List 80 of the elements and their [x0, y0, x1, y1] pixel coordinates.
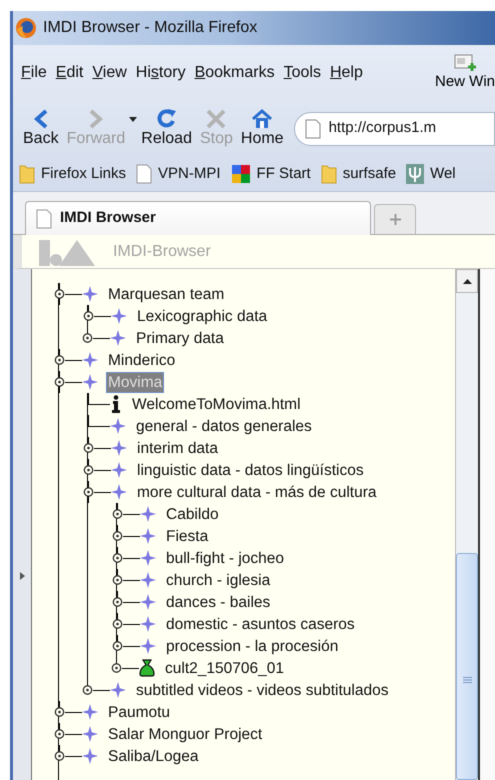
browser-tab[interactable]: IMDI Browser [25, 201, 371, 235]
diamond-star-icon [140, 550, 156, 566]
tree-node-label[interactable]: interim data [135, 438, 220, 458]
plus-icon [390, 214, 400, 225]
tree-node-label[interactable]: Paumotu [106, 702, 172, 722]
tree-node-label[interactable]: subtitled videos - videos subtitulados [134, 680, 390, 700]
scroll-up-button[interactable] [456, 269, 478, 293]
reload-icon [156, 108, 178, 130]
tree-node-label[interactable]: procession - la procesión [164, 636, 340, 656]
menu-item[interactable]: Bookmarks [192, 60, 282, 84]
diamond-star-icon [111, 484, 127, 500]
info-icon [110, 395, 122, 413]
diamond-star-icon [82, 374, 98, 390]
tree-node-label[interactable]: general - datos generales [134, 416, 314, 436]
page-icon [36, 208, 52, 228]
bookmark-link[interactable]: FF Start [228, 162, 313, 186]
browser-logo-icon [15, 17, 37, 39]
stop-icon [205, 108, 228, 130]
app-title: IMDI-Browser [113, 242, 211, 262]
bookmark-link[interactable]: Wel [404, 162, 458, 186]
diamond-star-icon [82, 286, 98, 302]
up-arrow-icon [462, 278, 472, 284]
back-button[interactable]: Back [19, 108, 63, 149]
diamond-star-icon [140, 616, 156, 632]
bookmark-link[interactable]: VPN-MPI [134, 162, 223, 186]
address-field[interactable]: http://corpus1.m [294, 112, 495, 146]
colored-squares-icon [230, 164, 251, 184]
page-icon [304, 118, 321, 138]
folder-icon [320, 164, 337, 184]
diamond-star-icon [110, 418, 126, 434]
diamond-star-icon [82, 352, 98, 368]
diamond-star-icon [110, 682, 126, 698]
tree-node-label[interactable]: Primary data [134, 328, 226, 348]
menu-item[interactable]: View [90, 60, 134, 84]
page-icon [136, 164, 152, 184]
tree-node-label[interactable]: more cultural data - más de cultura [135, 482, 378, 502]
bookmark-link[interactable]: surfsafe [318, 162, 398, 186]
diamond-star-icon [140, 638, 156, 654]
home-icon [251, 108, 274, 130]
window-title: IMDI Browser - Mozilla Firefox [43, 18, 258, 38]
tree-node-label[interactable]: Saliba/Logea [106, 746, 200, 766]
diamond-star-icon [140, 506, 156, 522]
diamond-star-icon [82, 748, 98, 764]
tree-node-label[interactable]: bull-fight - jocheo [164, 548, 286, 568]
new-window-button[interactable]: New Win [426, 54, 495, 91]
grip-icon [462, 677, 472, 683]
tree-node-label[interactable]: Fiesta [164, 526, 210, 546]
diamond-star-icon [111, 440, 127, 456]
tree-node-label[interactable]: Minderico [106, 350, 178, 370]
tree-node-label[interactable]: Salar Monguor Project [106, 724, 264, 744]
tree-node-label[interactable]: church - iglesia [164, 570, 272, 590]
diamond-star-icon [111, 308, 127, 324]
reload-button[interactable]: Reload [137, 108, 196, 149]
tree-node-label[interactable]: Cabildo [164, 504, 221, 524]
menu-item[interactable]: Edit [54, 60, 90, 84]
diamond-star-icon [140, 528, 156, 544]
splitter-arrow-icon[interactable] [20, 572, 24, 580]
tree-node-label[interactable]: Lexicographic data [135, 306, 270, 326]
tree-node-label[interactable]: Marquesan team [106, 284, 226, 304]
menu-item[interactable]: History [134, 60, 193, 84]
diamond-star-icon [140, 572, 156, 588]
menu-item[interactable]: Help [328, 60, 370, 84]
diamond-star-icon [111, 462, 127, 478]
tree-node-label[interactable]: domestic - asuntos caseros [164, 614, 357, 634]
bag-icon [139, 659, 155, 677]
diamond-star-icon [110, 330, 126, 346]
scrollbar-thumb[interactable] [456, 553, 478, 780]
diamond-star-icon [82, 726, 98, 742]
bookmark-link[interactable]: Firefox Links [17, 162, 128, 186]
tree-node-label[interactable]: cult2_150706_01 [163, 658, 286, 678]
folder-icon [19, 164, 35, 184]
home-button[interactable]: Home [236, 108, 288, 149]
menu-item[interactable]: File [19, 60, 54, 84]
tree-node-label[interactable]: WelcomeToMovima.html [130, 394, 303, 414]
diamond-star-icon [82, 704, 98, 720]
tree-node-label[interactable]: linguistic data - datos lingüísticos [135, 460, 366, 480]
trident-icon [406, 164, 424, 184]
tree-node-label[interactable]: dances - bailes [164, 592, 272, 612]
diamond-star-icon [140, 594, 156, 610]
menu-item[interactable]: Tools [282, 60, 328, 84]
